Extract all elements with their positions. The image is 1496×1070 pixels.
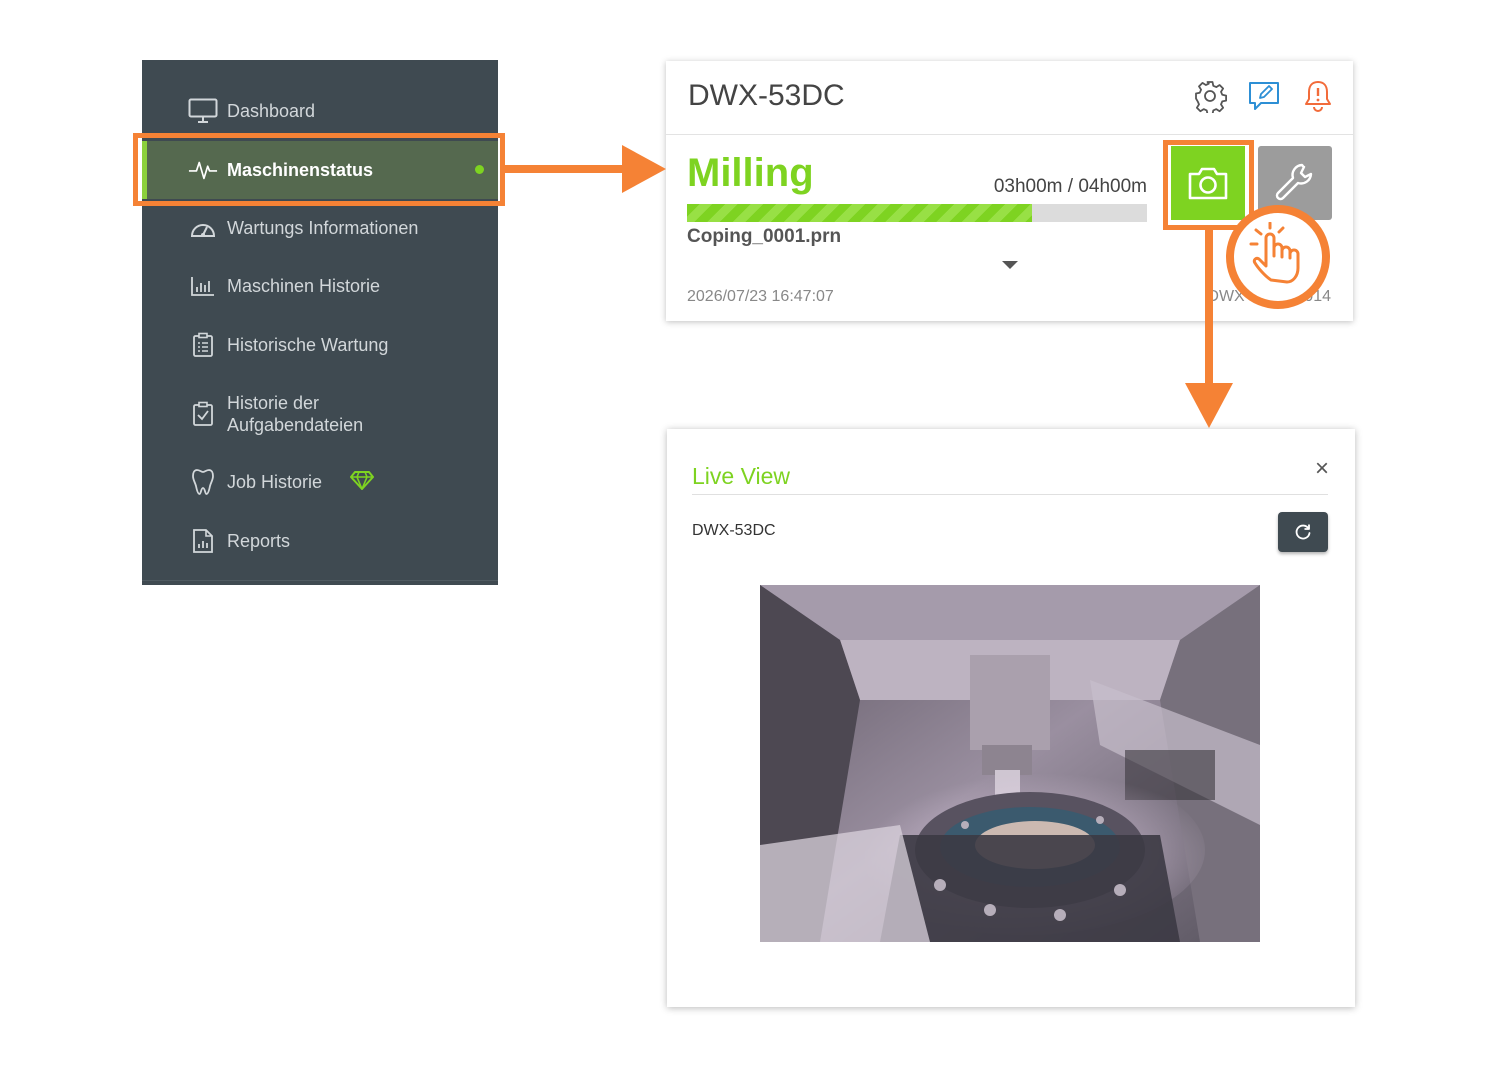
- sidebar-divider: [142, 580, 498, 581]
- modal-title: Live View: [692, 463, 791, 489]
- monitor-icon: [188, 96, 218, 126]
- sidebar-item-dashboard[interactable]: Dashboard: [142, 82, 498, 140]
- sidebar-item-label: Dashboard: [227, 100, 316, 121]
- live-view-modal: Live View × DWX-53DC: [667, 429, 1355, 1007]
- refresh-icon: [1295, 524, 1311, 540]
- report-icon: [188, 526, 218, 556]
- bar-chart-icon: [188, 271, 218, 301]
- card-header: DWX-53DC: [666, 61, 1353, 135]
- sidebar-item-wartungs-informationen[interactable]: Wartungs Informationen: [142, 199, 498, 257]
- sidebar-item-label: Historie der Aufgabendateien: [227, 393, 364, 435]
- sidebar-item-historie-der-aufgabendateien[interactable]: Historie der Aufgabendateien: [142, 385, 498, 443]
- job-progress-bar: [687, 204, 1147, 222]
- sidebar-item-label: Historische Wartung: [227, 334, 389, 355]
- job-time: 03h00m / 04h00m: [993, 176, 1147, 197]
- tap-hand-icon: [1249, 222, 1300, 284]
- modal-divider: [692, 494, 1328, 495]
- highlight-frame-camera-button: [1163, 140, 1254, 230]
- expand-caret-icon[interactable]: [1002, 261, 1018, 269]
- machine-title: DWX-53DC: [688, 79, 845, 112]
- sidebar-item-historische-wartung[interactable]: Historische Wartung: [142, 316, 498, 374]
- highlight-frame-maschinenstatus: [133, 133, 505, 206]
- sidebar-item-label: Maschinen Historie: [227, 275, 381, 296]
- live-camera-image: [760, 585, 1260, 942]
- status-timestamp: 2026/07/23 16:47:07: [687, 288, 834, 305]
- machine-status: Milling: [687, 151, 814, 195]
- live-view-device-name: DWX-53DC: [692, 522, 776, 539]
- gear-icon[interactable]: [1193, 79, 1227, 116]
- clipboard-check-icon: [188, 399, 218, 429]
- sidebar-item-label: Wartungs Informationen: [227, 217, 419, 238]
- refresh-button[interactable]: [1278, 512, 1328, 552]
- alert-bell-icon[interactable]: [1301, 79, 1335, 113]
- sidebar-item-job-historie[interactable]: Job Historie: [142, 453, 498, 511]
- job-file-name: Coping_0001.prn: [687, 226, 842, 247]
- sidebar-item-reports[interactable]: Reports: [142, 512, 498, 570]
- sidebar-item-label: Job Historie: [227, 471, 323, 492]
- tap-gesture-badge: [1226, 205, 1330, 309]
- diamond-icon: [350, 470, 374, 495]
- job-progress-fill: [687, 204, 1032, 222]
- edit-note-icon[interactable]: [1247, 79, 1281, 113]
- sidebar-item-label: Reports: [227, 530, 291, 551]
- wrench-icon: [1275, 163, 1313, 201]
- clipboard-list-icon: [188, 330, 218, 360]
- tooth-icon: [188, 467, 218, 497]
- close-icon[interactable]: ×: [1315, 457, 1329, 481]
- sidebar-item-maschinen-historie[interactable]: Maschinen Historie: [142, 257, 498, 315]
- gauge-icon: [188, 213, 218, 243]
